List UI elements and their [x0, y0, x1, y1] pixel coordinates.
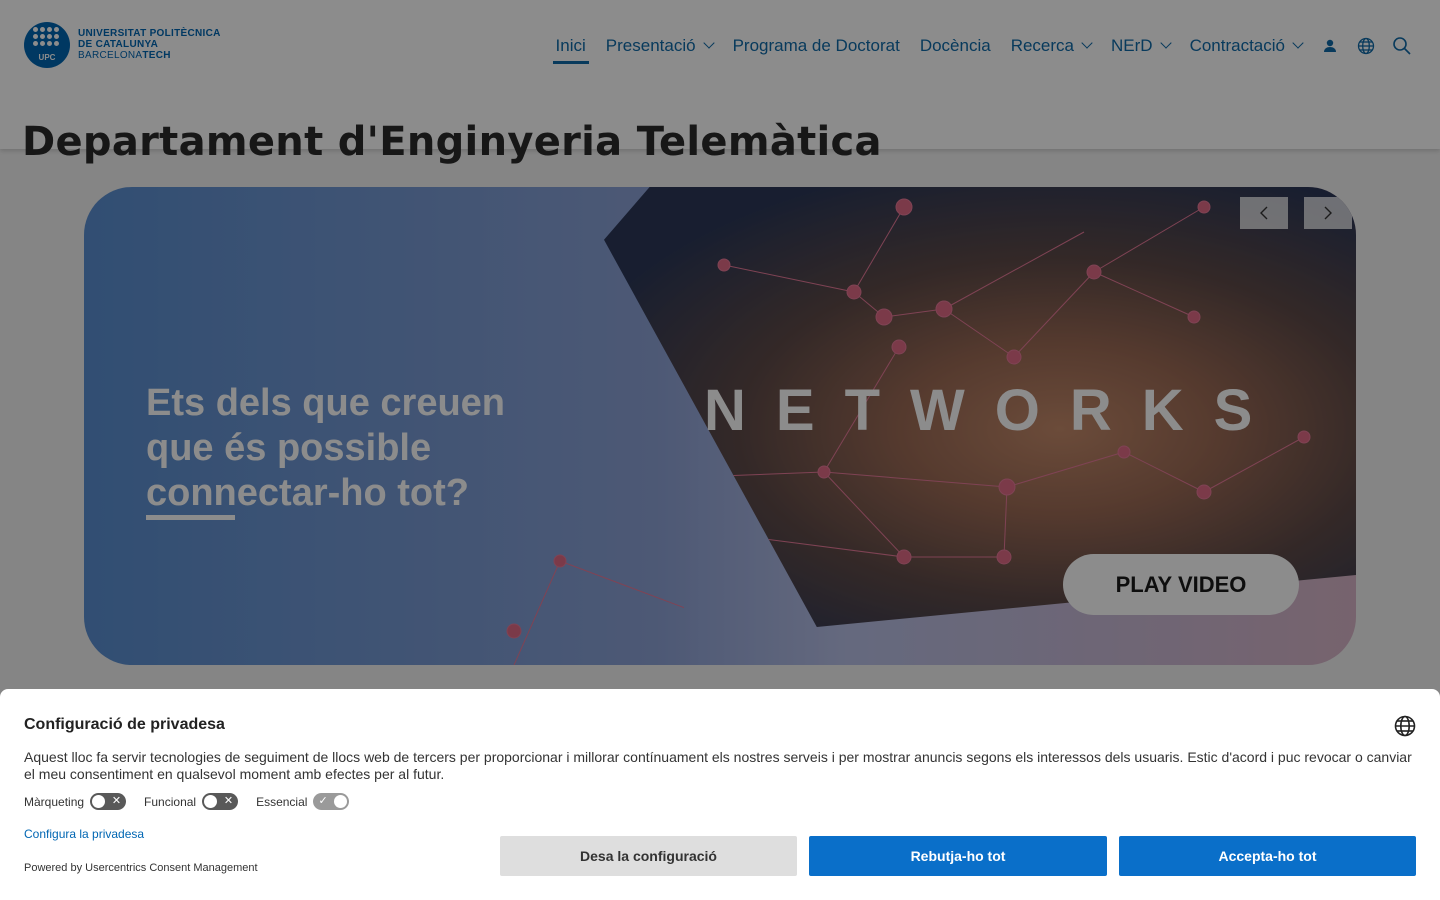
accept-all-button[interactable]: Accepta-ho tot: [1119, 836, 1416, 876]
toggle-label: Essencial: [256, 794, 308, 809]
toggle-essencial: Essencial ✓: [256, 793, 350, 810]
consent-description: Aquest lloc fa servir tecnologies de seg…: [24, 749, 1412, 782]
toggle-label: Funcional: [144, 794, 197, 809]
consent-toggles: Màrqueting ✕ Funcional ✕ Essencial ✓: [24, 793, 367, 810]
funcional-switch[interactable]: ✕: [202, 793, 239, 810]
consent-title: Configuració de privadesa: [24, 716, 225, 733]
toggle-marqueting: Màrqueting ✕: [24, 793, 127, 810]
check-icon: ✓: [318, 795, 328, 807]
language-globe-icon[interactable]: [1394, 715, 1416, 742]
powered-by-text: Powered by Usercentrics Consent Manageme…: [24, 862, 258, 874]
toggle-funcional: Funcional ✕: [144, 793, 239, 810]
privacy-consent-banner: Configuració de privadesa Aquest lloc fa…: [0, 689, 1440, 900]
close-icon: ✕: [223, 795, 234, 807]
configure-privacy-link[interactable]: Configura la privadesa: [24, 827, 144, 841]
marqueting-switch[interactable]: ✕: [90, 793, 127, 810]
save-settings-button[interactable]: Desa la configuració: [500, 836, 797, 876]
essencial-switch[interactable]: ✓: [313, 793, 350, 810]
close-icon: ✕: [111, 795, 122, 807]
toggle-label: Màrqueting: [24, 794, 85, 809]
reject-all-button[interactable]: Rebutja-ho tot: [809, 836, 1107, 876]
